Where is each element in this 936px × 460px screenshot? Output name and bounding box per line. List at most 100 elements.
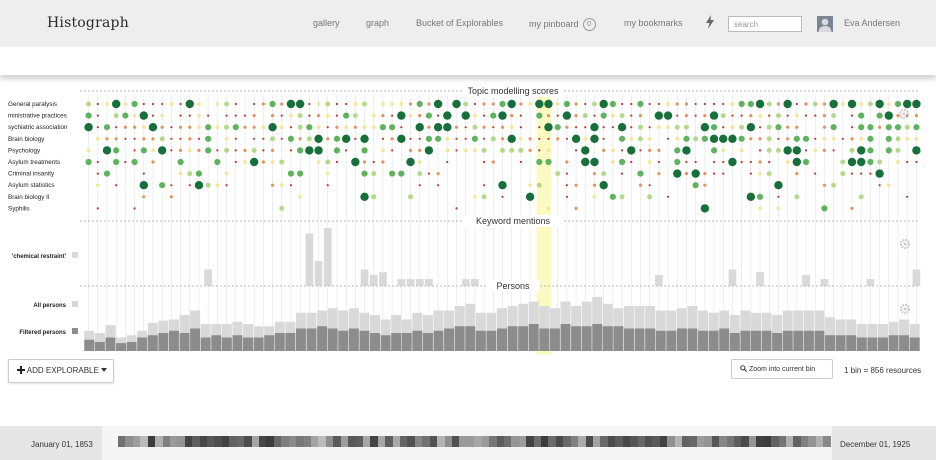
app-logo[interactable]: Histograph <box>47 15 129 31</box>
timeline-density-cell <box>236 436 245 447</box>
filtered-persons-bar <box>803 330 814 351</box>
topic-score-dot <box>749 137 753 141</box>
topic-label: sychiatric association <box>8 124 68 131</box>
timeline-density-strip[interactable] <box>118 436 831 447</box>
gear-icon[interactable] <box>899 303 911 315</box>
filtered-persons-bar <box>761 330 772 351</box>
topic-score-dot <box>647 194 653 200</box>
topic-score-dot <box>123 102 128 106</box>
topic-score-dot <box>270 114 275 118</box>
gear-icon[interactable] <box>899 238 911 250</box>
keyword-bar <box>369 274 378 286</box>
topic-score-dot <box>617 123 627 132</box>
pinboard-count-badge: 0 <box>582 18 596 31</box>
topic-score-dot <box>261 102 265 106</box>
timeline-density-cell <box>741 436 749 447</box>
topic-score-dot <box>85 158 92 166</box>
topic-score-dot <box>710 124 718 131</box>
nav-bucket-of-explorables[interactable]: Bucket of Explorables <box>416 18 503 28</box>
topic-score-dot <box>619 194 625 200</box>
topic-score-dot <box>802 158 810 166</box>
topic-score-dot <box>96 102 99 106</box>
topic-score-dot <box>867 135 874 142</box>
topic-score-dot <box>499 100 506 108</box>
user-name[interactable]: Eva Andersen <box>844 18 900 28</box>
timeline-density-cell <box>177 436 185 447</box>
topic-score-dot <box>289 113 293 118</box>
topic-score-dot <box>774 181 783 190</box>
topic-score-dot <box>722 126 725 129</box>
topic-label: Brain biology <box>8 136 45 143</box>
timeline-start-date: January 01, 1853 <box>31 440 93 449</box>
timeline-density-cell <box>466 436 475 447</box>
topic-score-dot <box>584 102 587 106</box>
topic-score-dot <box>610 148 615 153</box>
topic-score-dot <box>381 160 385 164</box>
keyword-bar <box>204 269 213 286</box>
topic-score-dot <box>381 102 385 106</box>
topic-score-dot <box>884 111 894 120</box>
timeline-density-cell <box>719 436 727 447</box>
add-explorable-button[interactable]: ADD EXPLORABLE <box>8 359 114 383</box>
timeline-density-cell <box>800 436 809 447</box>
topic-score-dot <box>556 114 559 117</box>
topic-score-dot <box>437 184 440 187</box>
topic-score-dot <box>95 183 100 188</box>
topic-score-dot <box>464 126 467 129</box>
topic-score-dot <box>674 147 681 154</box>
lightning-icon[interactable] <box>705 15 715 29</box>
filtered-persons-bar <box>888 335 899 351</box>
gear-icon[interactable] <box>898 108 910 120</box>
filtered-persons-bar <box>549 328 560 351</box>
topic-score-dot <box>637 124 643 130</box>
topic-score-dot <box>305 146 314 155</box>
search-input[interactable] <box>728 16 802 32</box>
timeline-density-cell <box>281 436 289 447</box>
timeline-density-cell <box>630 436 638 447</box>
keyword-legend-swatch <box>72 252 78 258</box>
timeline-bar: January 01, 1853 December 01, 1925 <box>0 426 936 460</box>
filtered-persons-bar <box>750 330 761 351</box>
keyword-bar <box>654 274 663 286</box>
topic-score-dot <box>501 195 504 198</box>
timeline-density-cell <box>221 436 230 447</box>
topic-score-dot <box>406 157 415 167</box>
topic-score-dot <box>638 183 643 187</box>
topic-score-dot <box>693 136 699 142</box>
topic-score-dot <box>390 137 394 141</box>
topic-score-dot <box>437 114 440 117</box>
nav-my-pinboard[interactable]: my pinboard 0 <box>529 18 596 31</box>
nav-my-bookmarks[interactable]: my bookmarks <box>624 18 683 28</box>
topic-score-dot <box>151 102 155 106</box>
topic-score-dot <box>740 160 743 164</box>
caret-down-icon <box>101 368 108 372</box>
timeline-density-cell <box>696 436 705 447</box>
timeline-density-cell <box>607 436 616 447</box>
timeline-density-cell <box>615 436 623 447</box>
topic-score-dot <box>538 137 541 140</box>
topic-score-dot <box>619 113 625 119</box>
topic-score-dot <box>483 137 486 140</box>
topic-score-dot <box>657 160 660 164</box>
topic-score-dot <box>648 102 651 106</box>
nav-gallery[interactable]: gallery <box>313 18 340 28</box>
topic-score-dot <box>720 113 726 119</box>
filtered-persons-bar <box>465 326 476 351</box>
topic-score-dot <box>755 99 765 109</box>
topic-score-dot <box>682 146 691 155</box>
topic-score-dot <box>538 126 541 129</box>
avatar-icon[interactable] <box>817 16 833 32</box>
topic-score-dot <box>904 124 910 130</box>
topic-score-dot <box>822 114 827 118</box>
topic-score-dot <box>270 136 276 142</box>
nav-graph[interactable]: graph <box>366 18 389 28</box>
zoom-into-bin-button[interactable]: Zoom into current bin <box>731 359 833 379</box>
filtered-persons-bar <box>422 333 433 351</box>
topic-score-dot <box>142 195 146 199</box>
topic-score-dot <box>776 206 781 211</box>
topic-score-dot <box>648 148 652 152</box>
topic-score-dot <box>590 123 599 132</box>
topic-score-dot <box>159 136 165 142</box>
timeline-density-cell <box>489 436 497 447</box>
keyword-bar <box>314 261 323 286</box>
